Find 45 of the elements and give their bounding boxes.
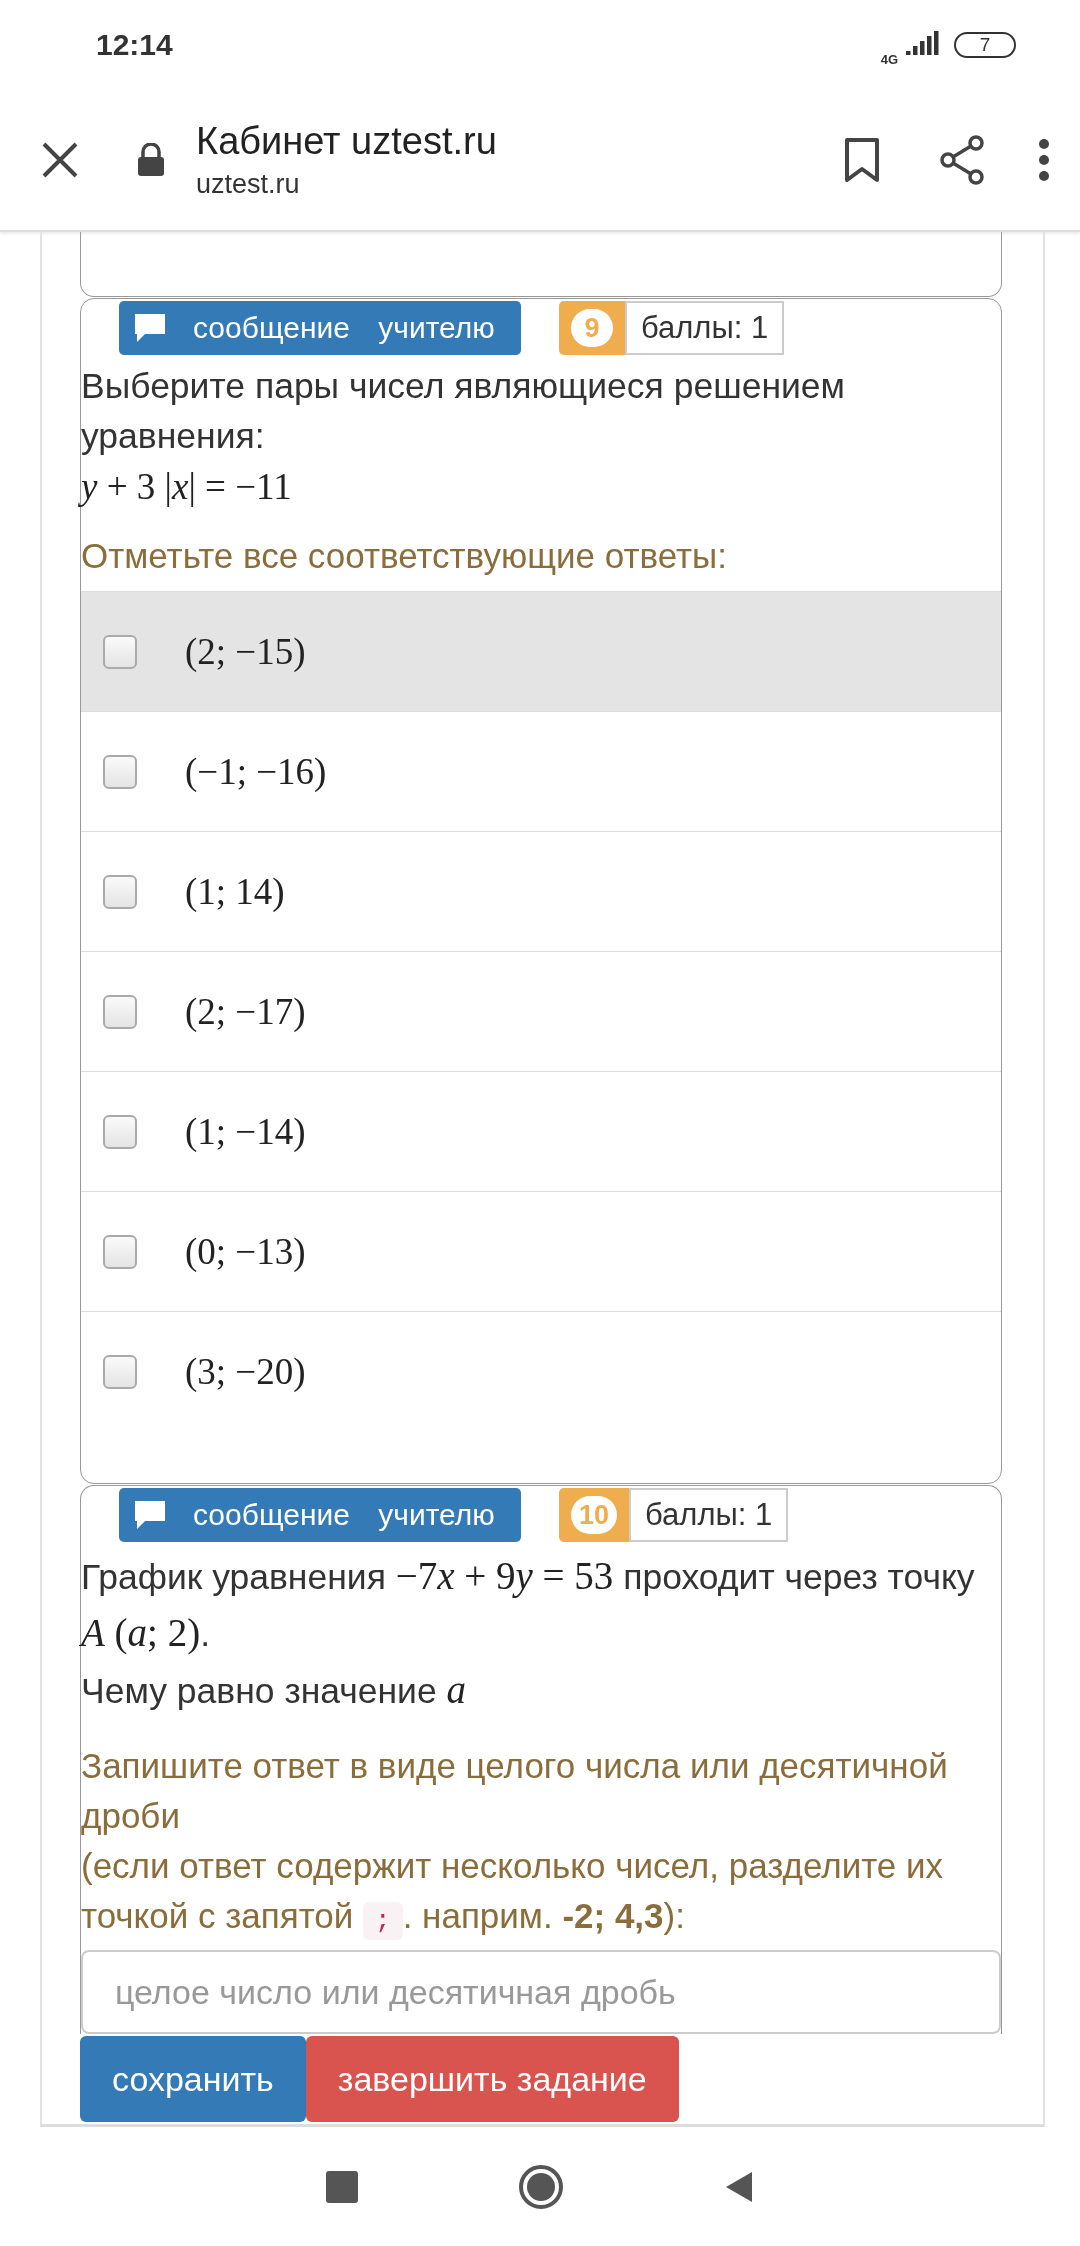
checkbox[interactable]: [103, 1114, 137, 1149]
question-number-badge: 9: [559, 301, 625, 355]
checkbox[interactable]: [103, 874, 137, 909]
instruction-text: Отметьте все соответствующие ответы:: [81, 535, 728, 577]
answer-option[interactable]: (2; −15): [81, 591, 1001, 711]
question-number-badge: 10: [559, 1488, 630, 1542]
chat-icon: [133, 1499, 167, 1531]
more-icon[interactable]: [1038, 138, 1050, 182]
checkbox[interactable]: [103, 634, 137, 669]
page-url: uztest.ru: [196, 169, 301, 200]
recents-icon[interactable]: [326, 2170, 358, 2203]
bookmark-icon[interactable]: [844, 137, 880, 183]
close-icon[interactable]: [40, 140, 80, 180]
option-label: (1; 14): [185, 870, 285, 913]
checkbox[interactable]: [103, 1234, 137, 1269]
message-teacher-button[interactable]: сообщение учителю: [119, 301, 521, 355]
instruction-text: (если ответ содержит несколько чисел, разделите их точкой с запятой ; . наприм. -2; 4,3):: [81, 1841, 1001, 1946]
page-title: Кабинет uztest.ru: [196, 120, 498, 163]
checkbox[interactable]: [103, 754, 137, 789]
checkbox[interactable]: [103, 994, 137, 1029]
finish-button[interactable]: завершить задание: [305, 2036, 679, 2122]
points-label: баллы: 1: [625, 301, 785, 355]
points-label: баллы: 1: [629, 1488, 789, 1542]
question-text: График уравнения −7x + 9y = 53 проходит через точку A (a; 2).: [81, 1553, 976, 1657]
battery-indicator: 7: [954, 32, 1016, 58]
question-text: Выберите пары чисел являющиеся решением уравнения:: [81, 365, 846, 458]
instruction-text: Запишите ответ в виде целого числа или десятичной дроби: [81, 1745, 949, 1837]
option-label: (3; −20): [185, 1350, 306, 1393]
option-label: (0; −13): [185, 1230, 306, 1273]
checkbox[interactable]: [103, 1354, 137, 1389]
network-label: 4G: [880, 51, 898, 67]
question-text: Чему равно значение a: [81, 1667, 467, 1713]
option-label: (2; −15): [185, 630, 306, 673]
message-teacher-button[interactable]: сообщение учителю: [119, 1488, 521, 1542]
lock-icon: [136, 143, 166, 177]
chat-icon: [133, 312, 167, 344]
save-button[interactable]: сохранить: [80, 2036, 306, 2122]
option-label: (−1; −16): [185, 750, 327, 793]
option-label: (1; −14): [185, 1110, 306, 1153]
status-time: 12:14: [96, 28, 173, 62]
option-label: (2; −17): [185, 990, 306, 1033]
home-icon[interactable]: [518, 2163, 564, 2210]
back-icon[interactable]: [724, 2169, 754, 2204]
share-icon[interactable]: [938, 134, 986, 186]
answer-field[interactable]: целое число или десятичная дробь: [81, 1950, 1001, 2034]
